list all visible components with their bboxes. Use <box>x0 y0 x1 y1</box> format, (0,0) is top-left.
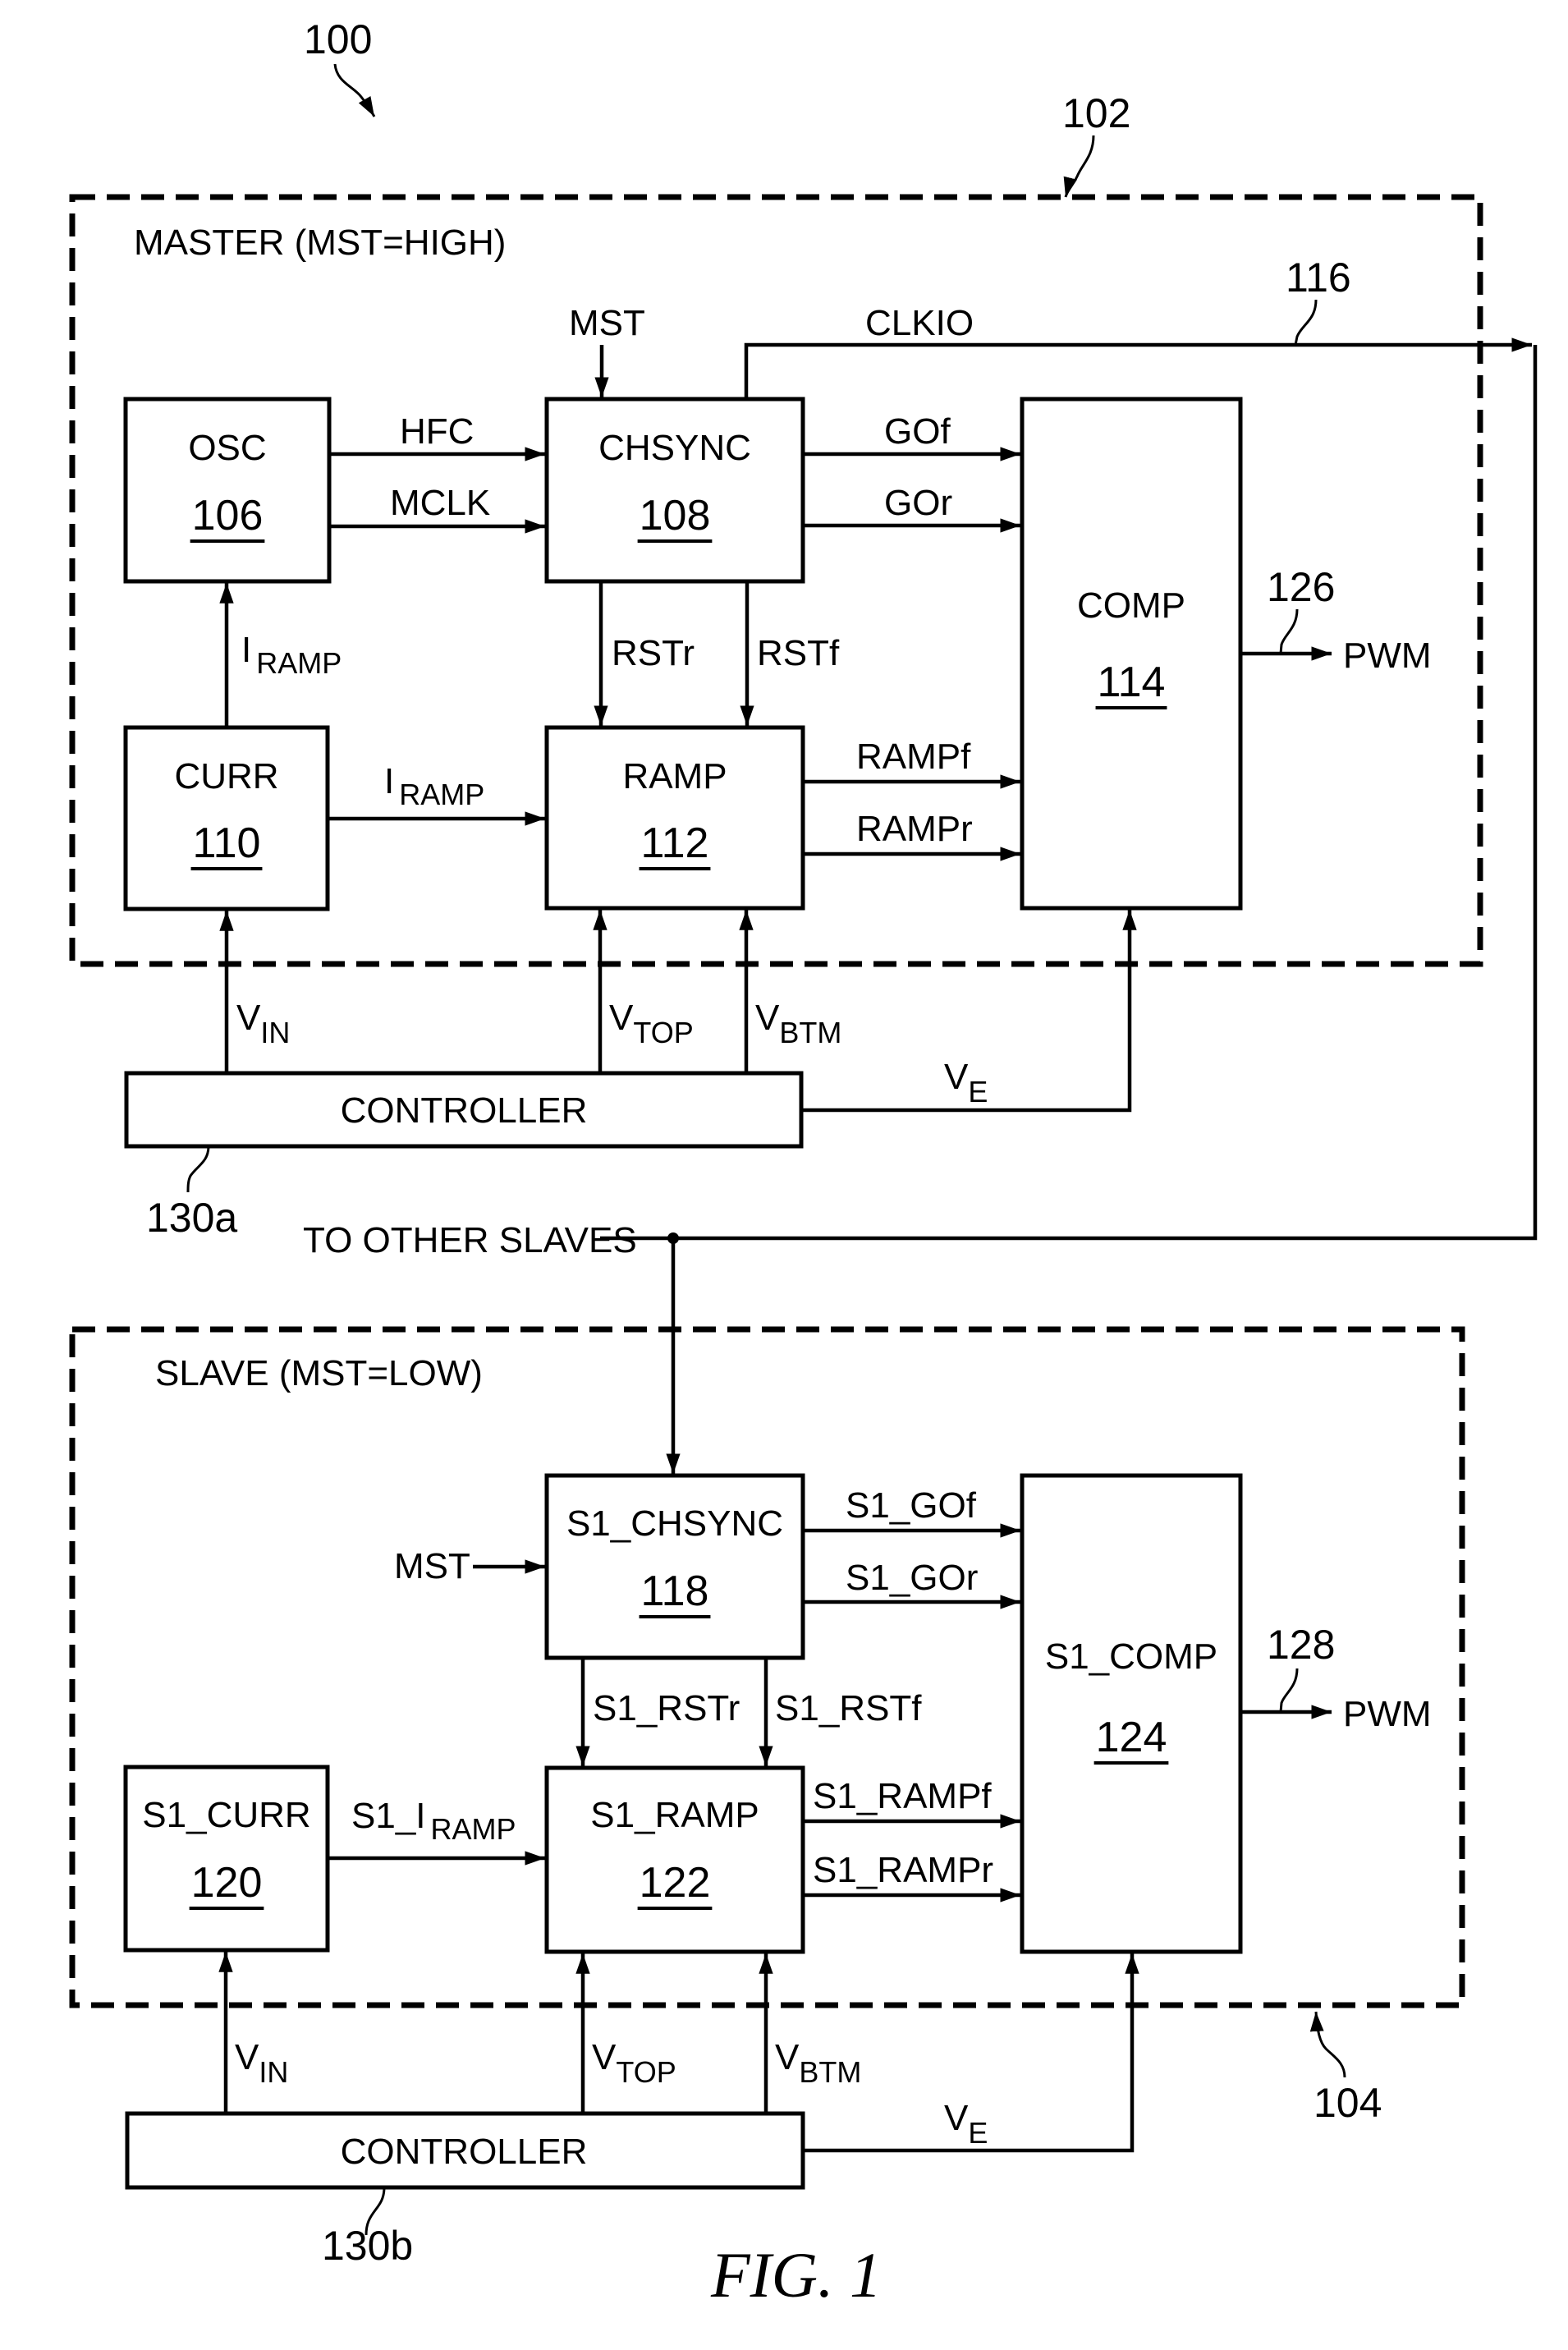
comp-number: 114 <box>1098 659 1166 706</box>
master-pwm-ref-leader <box>1279 608 1299 654</box>
s1-rstr-label: S1_RSTr <box>593 1688 740 1728</box>
ref-system-leader <box>333 63 376 117</box>
comp-block: COMP 114 <box>1020 397 1243 911</box>
master-pwm-label: PWM <box>1343 636 1432 676</box>
ref-system-label: 100 <box>304 16 372 62</box>
controller-b-block: CONTROLLER <box>125 2111 805 2190</box>
master-title: MASTER (MST=HIGH) <box>134 223 506 263</box>
s1-curr-name: S1_CURR <box>142 1795 310 1835</box>
ref-slave-label: 104 <box>1314 2080 1382 2126</box>
master-ve-label: VE <box>944 1057 988 1108</box>
hfc-label: HFC <box>400 411 474 452</box>
ramp-name: RAMP <box>622 756 727 796</box>
clkio-wire <box>744 337 1532 399</box>
iramp-osc-label: I RAMP <box>241 630 342 680</box>
s1-chsync-block: S1_CHSYNC 118 <box>544 1473 805 1660</box>
s1-comp-block: S1_COMP 124 <box>1020 1473 1243 1954</box>
to-other-slaves-label: TO OTHER SLAVES <box>303 1220 637 1260</box>
osc-block: OSC 106 <box>123 397 332 584</box>
s1-comp-name: S1_COMP <box>1045 1636 1217 1677</box>
controller-b-name: CONTROLLER <box>341 2132 588 2172</box>
chsync-block: CHSYNC 108 <box>544 397 805 584</box>
s1-curr-number: 120 <box>191 1859 263 1907</box>
rampr-label: RAMPr <box>856 809 973 849</box>
controller-a-ref-leader <box>186 1145 210 1193</box>
controller-a-name: CONTROLLER <box>341 1090 588 1131</box>
iramp-ramp-label: I RAMP <box>384 761 484 811</box>
clkio-ref-leader <box>1294 299 1318 346</box>
s1-rstf-label: S1_RSTf <box>775 1688 922 1728</box>
chsync-number: 108 <box>640 492 711 539</box>
rampf-label: RAMPf <box>856 737 971 777</box>
controller-a-ref: 130a <box>146 1195 237 1241</box>
s1-curr-block: S1_CURR 120 <box>123 1765 330 1953</box>
slave-title: SLAVE (MST=LOW) <box>155 1353 483 1393</box>
osc-number: 106 <box>192 492 264 539</box>
master-pwm-ref: 126 <box>1267 564 1335 610</box>
slave-pwm-label: PWM <box>1343 1694 1432 1734</box>
clkio-ref-label: 116 <box>1286 255 1351 301</box>
slave-vtop-label: VTOP <box>592 2037 676 2089</box>
s1-rampf-label: S1_RAMPf <box>813 1776 992 1816</box>
s1-rampr-label: S1_RAMPr <box>813 1850 993 1890</box>
comp-name: COMP <box>1077 585 1185 626</box>
gor-label: GOr <box>884 483 952 523</box>
mclk-label: MCLK <box>390 483 490 523</box>
curr-number: 110 <box>193 819 261 867</box>
slave-vbtm-label: VBTM <box>775 2037 861 2089</box>
master-vin-label: VIN <box>236 998 290 1049</box>
clkio-label: CLKIO <box>865 303 974 343</box>
s1-chsync-number: 118 <box>641 1567 709 1615</box>
master-vbtm-label: VBTM <box>755 998 841 1049</box>
slave-pwm-ref: 128 <box>1267 1622 1335 1668</box>
slave-pwm-ref-leader <box>1279 1668 1299 1713</box>
osc-name: OSC <box>188 428 266 468</box>
figure-caption: FIG. 1 <box>710 2239 882 2311</box>
s1-gof-label: S1_GOf <box>846 1485 977 1526</box>
rstf-label: RSTf <box>757 633 840 673</box>
s1-iramp-label: S1_I RAMP <box>351 1796 516 1846</box>
slave-ve-label: VE <box>944 2098 988 2150</box>
ramp-block: RAMP 112 <box>544 725 805 911</box>
chsync-name: CHSYNC <box>598 428 751 468</box>
curr-name: CURR <box>174 756 278 796</box>
s1-ramp-number: 122 <box>640 1859 711 1907</box>
rstr-label: RSTr <box>612 633 695 673</box>
s1-gor-label: S1_GOr <box>846 1558 978 1598</box>
slave-mst-label: MST <box>394 1546 470 1586</box>
ramp-number: 112 <box>641 819 709 867</box>
s1-ramp-block: S1_RAMP 122 <box>544 1765 805 1954</box>
ref-slave-leader <box>1309 2011 1346 2078</box>
s1-ramp-name: S1_RAMP <box>590 1795 759 1835</box>
block-diagram: 100 102 MASTER (MST=HIGH) MST CLKIO 116 … <box>0 0 1568 2350</box>
gof-label: GOf <box>884 411 951 452</box>
controller-a-block: CONTROLLER <box>124 1071 804 1149</box>
slave-vin-label: VIN <box>235 2037 288 2089</box>
s1-chsync-name: S1_CHSYNC <box>566 1503 783 1544</box>
ref-master-label: 102 <box>1062 90 1130 136</box>
curr-block: CURR 110 <box>123 725 330 911</box>
master-mst-label: MST <box>569 303 645 343</box>
master-vtop-label: VTOP <box>609 998 694 1049</box>
ref-master-leader <box>1063 135 1095 198</box>
s1-comp-number: 124 <box>1096 1714 1167 1761</box>
